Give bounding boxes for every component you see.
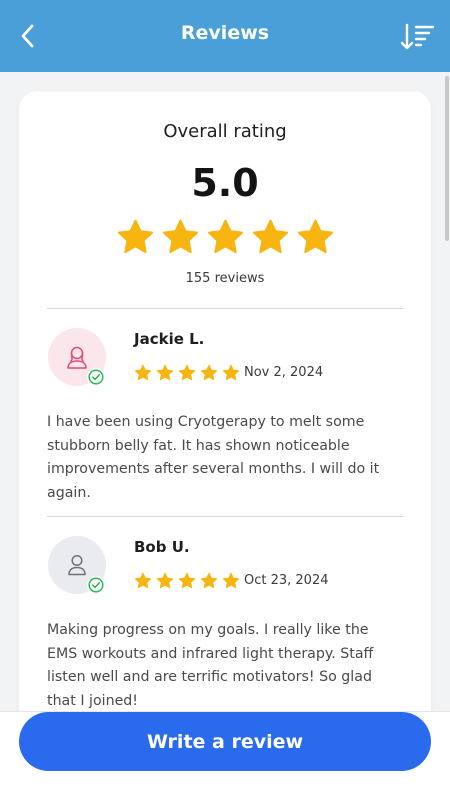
review-text: I have been using Cryotgerapy to melt so… — [47, 414, 380, 501]
verified-badge — [87, 368, 105, 386]
star-icon — [134, 364, 152, 381]
reviewer-name: Bob U. — [134, 538, 190, 556]
star-icon — [117, 219, 153, 254]
star-icon — [207, 219, 243, 254]
review-count: 155 reviews — [185, 271, 265, 286]
reviewer-name: Jackie L. — [134, 330, 205, 348]
sort-button[interactable] — [400, 20, 436, 54]
female-user-icon — [67, 346, 87, 369]
star-icon — [222, 572, 240, 589]
overall-rating-heading: Overall rating — [163, 121, 287, 142]
verified-check-icon — [88, 369, 104, 385]
overall-star-rating — [19, 218, 431, 257]
star-icon — [297, 219, 333, 254]
star-icon — [222, 364, 240, 381]
page-title: Reviews — [180, 22, 270, 44]
verified-check-icon — [88, 577, 104, 593]
write-review-button[interactable]: Write a review — [19, 712, 431, 771]
star-icon — [252, 219, 288, 254]
star-icon — [134, 572, 152, 589]
star-icon — [156, 572, 174, 589]
scrollbar-thumb[interactable] — [445, 76, 449, 241]
sort-descending-icon — [401, 23, 435, 50]
user-icon — [68, 554, 86, 576]
review-star-rating — [134, 364, 240, 382]
divider — [47, 516, 403, 517]
overall-rating-score: 5.0 — [191, 161, 259, 205]
star-icon — [156, 364, 174, 381]
star-icon — [200, 364, 218, 381]
app-header: Reviews — [0, 0, 450, 72]
reviews-card: Overall rating 5.0 155 reviews Jackie L.… — [19, 91, 431, 731]
star-icon — [162, 219, 198, 254]
star-icon — [200, 572, 218, 589]
star-icon — [178, 572, 196, 589]
review-text: Making progress on my goals. I really li… — [47, 622, 374, 709]
verified-badge — [87, 576, 105, 594]
review-date: Oct 23, 2024 — [244, 573, 329, 588]
review-date: Nov 2, 2024 — [244, 365, 324, 380]
divider — [47, 308, 403, 309]
star-icon — [178, 364, 196, 381]
review-star-rating — [134, 572, 240, 590]
